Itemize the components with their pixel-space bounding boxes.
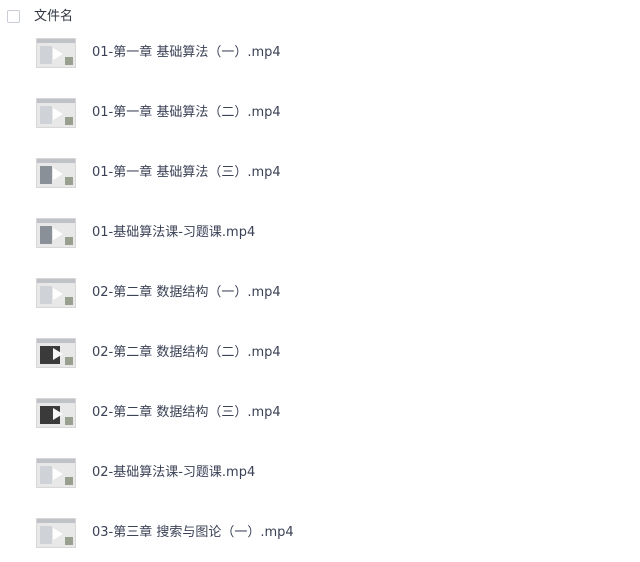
file-row[interactable]: 03-第三章 搜索与图论（一）.mp4 (0, 502, 640, 562)
video-thumbnail-icon[interactable] (36, 158, 76, 188)
video-thumbnail-icon[interactable] (36, 458, 76, 488)
video-thumbnail-icon[interactable] (36, 278, 76, 308)
video-thumbnail-icon[interactable] (36, 38, 76, 68)
file-row[interactable]: 02-基础算法课-习题课.mp4 (0, 442, 640, 502)
file-name[interactable]: 01-第一章 基础算法（二）.mp4 (92, 104, 281, 122)
file-row[interactable]: 01-第一章 基础算法（一）.mp4 (0, 22, 640, 82)
file-list: 01-第一章 基础算法（一）.mp4 01-第一章 基础算法（二）.mp4 01… (0, 22, 640, 562)
play-icon (53, 48, 63, 60)
play-icon (53, 408, 63, 420)
file-name[interactable]: 01-基础算法课-习题课.mp4 (92, 224, 255, 242)
play-icon (53, 108, 63, 120)
video-thumbnail-icon[interactable] (36, 98, 76, 128)
play-icon (53, 288, 63, 300)
play-icon (53, 168, 63, 180)
video-thumbnail-icon[interactable] (36, 518, 76, 548)
play-icon (53, 348, 63, 360)
play-icon (53, 528, 63, 540)
file-name[interactable]: 03-第三章 搜索与图论（一）.mp4 (92, 524, 294, 542)
file-row[interactable]: 01-第一章 基础算法（三）.mp4 (0, 142, 640, 202)
file-row[interactable]: 02-第二章 数据结构（一）.mp4 (0, 262, 640, 322)
video-thumbnail-icon[interactable] (36, 398, 76, 428)
file-row[interactable]: 01-基础算法课-习题课.mp4 (0, 202, 640, 262)
video-thumbnail-icon[interactable] (36, 218, 76, 248)
play-icon (53, 468, 63, 480)
file-name[interactable]: 02-第二章 数据结构（三）.mp4 (92, 404, 281, 422)
file-name[interactable]: 01-第一章 基础算法（三）.mp4 (92, 164, 281, 182)
file-row[interactable]: 01-第一章 基础算法（二）.mp4 (0, 82, 640, 142)
file-row[interactable]: 02-第二章 数据结构（三）.mp4 (0, 382, 640, 442)
video-thumbnail-icon[interactable] (36, 338, 76, 368)
file-row[interactable]: 02-第二章 数据结构（二）.mp4 (0, 322, 640, 382)
file-name[interactable]: 02-基础算法课-习题课.mp4 (92, 464, 255, 482)
file-name[interactable]: 02-第二章 数据结构（二）.mp4 (92, 344, 281, 362)
file-name[interactable]: 01-第一章 基础算法（一）.mp4 (92, 44, 281, 62)
file-name[interactable]: 02-第二章 数据结构（一）.mp4 (92, 284, 281, 302)
play-icon (53, 228, 63, 240)
